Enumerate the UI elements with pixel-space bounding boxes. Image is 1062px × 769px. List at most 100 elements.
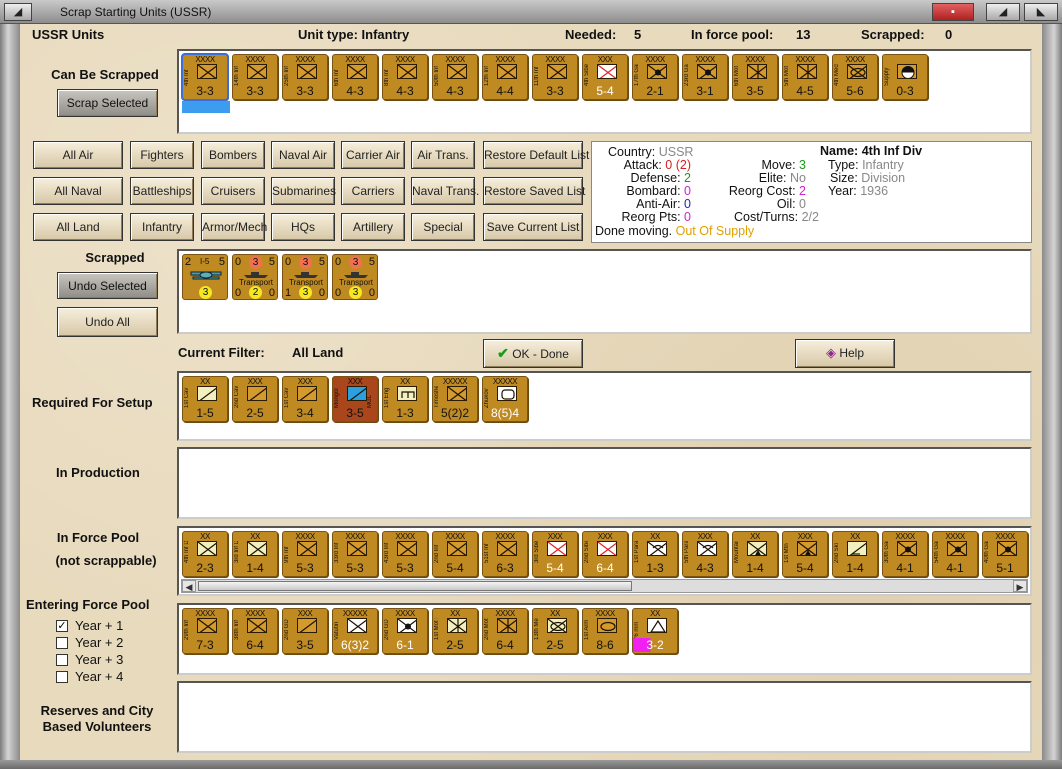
unit-counter[interactable]: XXXX 4th Mech 5-6 [832,54,878,100]
filter-button[interactable]: Restore Saved List [483,177,585,205]
filter-button[interactable]: All Naval [33,177,123,205]
unit-counter[interactable]: XXXX 2nd GD Garr 6-1 [382,608,428,654]
unit-counter[interactable]: XXXX 17th Garr 2-1 [632,54,678,100]
unit-counter[interactable]: XX 2nd Ski Div 1-4 [832,531,878,577]
unit-counter[interactable]: XXX 1st Cav 3-4 [282,376,328,422]
unit-counter[interactable]: XX 1st Eng 1-3 [382,376,428,422]
undo-selected-button[interactable]: Undo Selected [57,272,158,299]
undo-all-button[interactable]: Undo All [57,307,158,337]
filter-button[interactable]: Fighters [130,141,194,169]
scroll-right-icon[interactable]: ▶ [1013,580,1027,592]
unit-counter[interactable]: XXXX 29th Inf 7-3 [182,608,228,654]
unit-counter[interactable]: XXX 1st Mtn 5-4 [782,531,828,577]
unit-counter[interactable]: XXX 2nd Cav 2-5 [232,376,278,422]
unit-counter[interactable]: XX Mountain D. 1-4 [732,531,778,577]
scroll-left-icon[interactable]: ◀ [182,580,196,592]
unit-counter[interactable]: XXXX 51st Inf 6-3 [482,531,528,577]
unit-counter[interactable]: XXX 5th Para 4-3 [682,531,728,577]
reserves-list[interactable] [177,681,1032,753]
filter-button[interactable]: Submarines [271,177,336,205]
unit-type-label: Unit type: Infantry [298,27,410,42]
title-bar[interactable]: ◢ Scrap Starting Units (USSR) ▪ ◢ ◣ [0,0,1062,24]
scrap-selected-button[interactable]: Scrap Selected [57,89,158,117]
unit-counter[interactable]: XXXX 1st Arm 8-6 [582,608,628,654]
year-checkbox[interactable] [56,654,68,666]
unit-counter[interactable]: XXX 2nd GD Cav 3-5 [282,608,328,654]
help-button[interactable]: ◈ Help [795,339,895,368]
unit-counter[interactable]: XXX 4th Siberian 5-4 [582,54,628,100]
scrapped-list[interactable]: 2 5 I-5 3 0 5 3 Transport 0 0 2 0 5 3 Transport 1 0 3 0 5 3 T… [177,249,1032,334]
unit-counter[interactable]: XXXX 5th Mot 4-5 [782,54,828,100]
unit-counter[interactable]: XX 1st Mot Div 2-5 [432,608,478,654]
filter-button[interactable]: Special [411,213,475,241]
unit-counter[interactable]: XXXX 9th Inf 5-3 [282,531,328,577]
unit-counter[interactable]: XXX 2nd Siberian 6-4 [582,531,628,577]
year-checkbox[interactable]: ✓ [56,620,68,632]
unit-counter[interactable]: Supply 0-3 [882,54,928,100]
in-production-list[interactable] [177,447,1032,519]
unit-counter[interactable]: XXXX 54th Garr 4-1 [932,531,978,577]
filter-button[interactable]: Artillery [341,213,405,241]
filter-button[interactable]: Save Current List [483,213,583,241]
year-checkbox[interactable] [56,637,68,649]
filter-button[interactable]: Air Trans. [411,141,475,169]
unit-counter[interactable]: XX 3rd Inf Div 1-4 [232,531,278,577]
year-checkbox[interactable] [56,671,68,683]
unit-counter[interactable]: XXXX 43rd Inf 5-3 [382,531,428,577]
unit-counter[interactable]: XXXX 14th Inf 3-3 [232,54,278,100]
filter-button[interactable]: Restore Default List [483,141,589,169]
window-menu-icon[interactable]: ◢ [4,3,32,21]
unit-counter[interactable]: XXXX 38th Inf 6-4 [232,608,278,654]
filter-button[interactable]: HQs [271,213,335,241]
entering-list[interactable]: XXXX 29th Inf 7-3 XXXX 38th Inf 6-4 XXX 2nd GD … [177,603,1032,675]
filter-button[interactable]: Carriers [341,177,405,205]
unit-counter[interactable]: XXXX 8th Inf 4-3 [382,54,428,100]
unit-counter[interactable]: XXX Mongol MGL 3-5 [332,376,378,422]
filter-button[interactable]: All Land [33,213,123,241]
transport-counter[interactable]: 0 5 3 Transport 1 0 3 [282,254,328,300]
close-icon[interactable]: ▪ [932,3,974,21]
filter-button[interactable]: Naval Air [271,141,335,169]
unit-counter[interactable]: XXXXX Timoshenko 5(2)2 [432,376,478,422]
filter-button[interactable]: Naval Trans. [411,177,479,205]
filter-button[interactable]: Infantry [130,213,194,241]
filter-button[interactable]: Cruisers [201,177,265,205]
unit-counter[interactable]: XXXX 2nd Inf 5-4 [432,531,478,577]
aircraft-counter[interactable]: 2 5 I-5 3 [182,254,228,300]
unit-counter[interactable]: XX 4th Inf Div 2-3 [182,531,228,577]
unit-counter[interactable]: XXXX 33rd Inf 5-3 [332,531,378,577]
unit-counter[interactable]: XX 1st Cav Div 1-5 [182,376,228,422]
unit-counter[interactable]: XXXX 25th Inf 3-3 [282,54,328,100]
unit-counter[interactable]: XXXXX Vatutin 6(3)2 [332,608,378,654]
unit-counter[interactable]: XX 13th Mech 2-5 [532,608,578,654]
filter-button[interactable]: Battleships [130,177,194,205]
transport-counter[interactable]: 0 5 3 Transport 0 0 2 [232,254,278,300]
filter-button[interactable]: All Air [33,141,123,169]
can-be-scrapped-list[interactable]: XXXX 4th Inf 3-3 XXXX 14th Inf 3-3 XXXX 25th In… [177,49,1032,134]
unit-counter[interactable]: XXXX 23rd Garr 3-1 [682,54,728,100]
force-pool-list[interactable]: ◀ ▶ XX 4th Inf Div 2-3 XX 3rd Inf Div 1-4 XXXX… [177,526,1032,596]
unit-counter[interactable]: XXXX 30th Garr 4-1 [882,531,928,577]
force-pool-scrollbar[interactable]: ◀ ▶ [181,579,1028,593]
scroll-thumb[interactable] [198,581,632,591]
unit-counter[interactable]: XX 1st Para Div 1-3 [632,531,678,577]
unit-counter[interactable]: XXXX 4th Inf 3-3 [181,53,229,101]
filter-button[interactable]: Bombers [201,141,265,169]
unit-counter[interactable]: XXXX 6th Mot 3-5 [732,54,778,100]
unit-counter[interactable]: XXXX 11th Inf 3-3 [532,54,578,100]
unit-counter[interactable]: XXX 3rd Siberian 5-4 [532,531,578,577]
unit-counter[interactable]: XXXX 2nd Mot 6-4 [482,608,528,654]
filter-button[interactable]: Armor/Mech [201,213,267,241]
unit-counter[interactable]: XXXX 40th Garr 5-1 [982,531,1028,577]
unit-counter[interactable]: XXXX 12th Inf 4-4 [482,54,528,100]
unit-counter[interactable]: XXXXX Zhukov 8(5)4 [482,376,528,422]
ok-done-button[interactable]: ✔ OK - Done [483,339,583,368]
minimize-icon[interactable]: ◢ [986,3,1020,21]
unit-counter[interactable]: XX 76 mm 3-2 [632,608,678,654]
unit-counter[interactable]: XXXX 50th Inf 4-3 [432,54,478,100]
required-list[interactable]: XX 1st Cav Div 1-5 XXX 2nd Cav 2-5 XXX 1st Cav 3… [177,371,1032,441]
maximize-icon[interactable]: ◣ [1024,3,1058,21]
unit-counter[interactable]: XXXX 6th Inf 4-3 [332,54,378,100]
transport-counter[interactable]: 0 5 3 Transport 0 0 3 [332,254,378,300]
filter-button[interactable]: Carrier Air [341,141,405,169]
